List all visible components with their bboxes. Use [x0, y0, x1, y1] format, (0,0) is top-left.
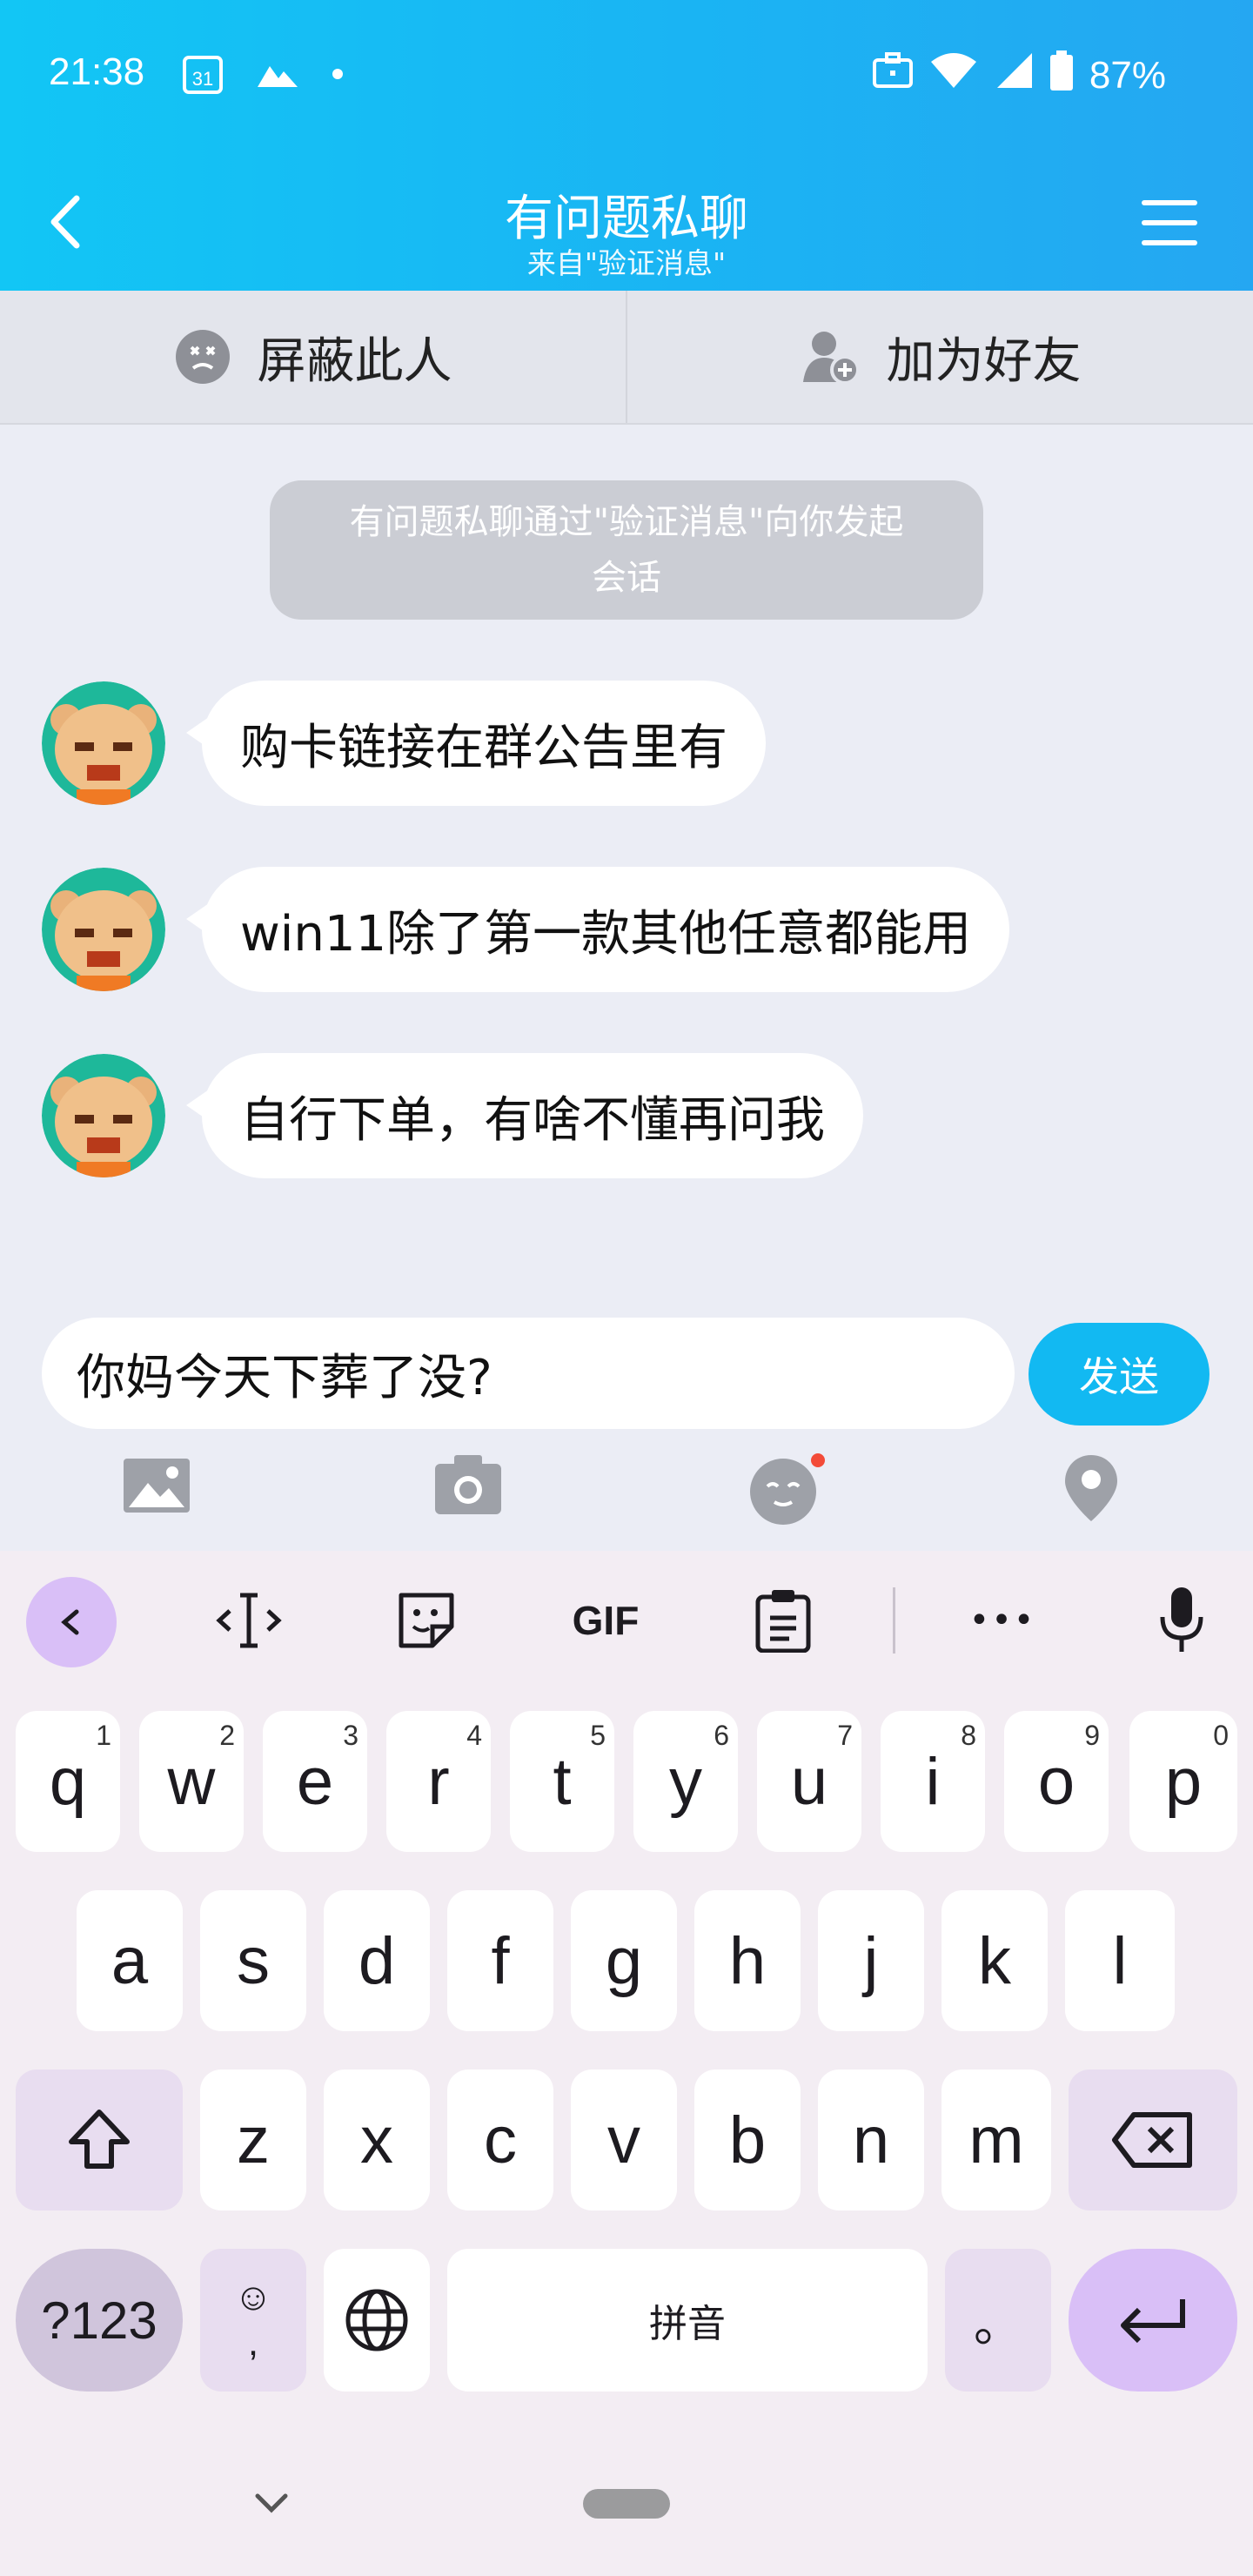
- message-input[interactable]: 你妈今天下葬了没?: [42, 1318, 1015, 1429]
- emoji-icon[interactable]: [748, 1453, 827, 1530]
- system-notice-line2: 会话: [592, 558, 661, 598]
- page-subtitle: 来自"验证消息": [526, 246, 727, 280]
- camera-icon[interactable]: [433, 1453, 503, 1519]
- avatar[interactable]: [42, 681, 165, 805]
- message-row: win11除了第一款其他任意都能用: [42, 867, 1010, 992]
- avatar[interactable]: [42, 1054, 165, 1177]
- composer-toolbar: [0, 1453, 1253, 1526]
- enter-arrow-icon: [1121, 2299, 1185, 2344]
- contact-action-strip: 屏蔽此人 加为好友: [0, 291, 1253, 425]
- key-p[interactable]: p0: [1129, 1711, 1237, 1852]
- chevron-down-icon[interactable]: [252, 2491, 291, 2519]
- key-s[interactable]: s: [200, 1890, 306, 2031]
- wifi-icon: [929, 51, 978, 99]
- calendar-day: 31: [192, 68, 213, 90]
- system-notice-line1: 有问题私聊通过"验证消息"向你发起: [349, 502, 904, 542]
- signal-icon: [994, 51, 1034, 99]
- clipboard-icon[interactable]: [740, 1577, 827, 1664]
- image-icon[interactable]: [122, 1453, 191, 1518]
- key-a[interactable]: a: [77, 1890, 183, 2031]
- soft-keyboard: GIF ••• q1 w2 e3 r4 t5 y6 u7 i8 o9 p0 a …: [0, 1551, 1253, 2576]
- key-b[interactable]: b: [694, 2070, 801, 2210]
- key-d[interactable]: d: [324, 1890, 430, 2031]
- enter-key[interactable]: [1069, 2249, 1237, 2392]
- avatar[interactable]: [42, 868, 165, 991]
- dot-icon: [331, 67, 345, 84]
- key-h[interactable]: h: [694, 1890, 801, 2031]
- key-z[interactable]: z: [200, 2070, 306, 2210]
- add-friend-icon: [802, 332, 860, 385]
- language-switch-key[interactable]: [324, 2249, 430, 2392]
- key-v[interactable]: v: [571, 2070, 677, 2210]
- message-bubble[interactable]: 自行下单，有啥不懂再问我: [186, 1053, 863, 1178]
- gif-button[interactable]: GIF: [562, 1577, 649, 1664]
- backspace-key[interactable]: [1069, 2070, 1237, 2210]
- add-friend-button[interactable]: 加为好友: [626, 291, 1253, 423]
- cursor-move-icon[interactable]: [205, 1577, 292, 1664]
- key-o[interactable]: o9: [1004, 1711, 1109, 1852]
- symbols-key[interactable]: ?123: [16, 2249, 183, 2392]
- block-face-icon: [175, 330, 230, 384]
- more-options-button[interactable]: •••: [959, 1577, 1046, 1664]
- chevron-left-icon: [61, 1609, 79, 1635]
- work-briefcase-icon: [872, 51, 914, 99]
- menu-icon: [1142, 200, 1197, 245]
- keyboard-collapse-button[interactable]: [26, 1577, 117, 1667]
- status-left-icons: 31: [181, 52, 345, 99]
- key-c[interactable]: c: [447, 2070, 553, 2210]
- key-f[interactable]: f: [447, 1890, 553, 2031]
- status-time: 21:38: [49, 50, 145, 93]
- battery-icon: [1049, 50, 1074, 100]
- space-key[interactable]: 拼音: [447, 2249, 928, 2392]
- key-q[interactable]: q1: [16, 1711, 120, 1852]
- send-button[interactable]: 发送: [1029, 1323, 1209, 1426]
- header-bar: 21:38 31 87% 有问题私聊 来自"验证消息": [0, 0, 1253, 291]
- backspace-icon: [1112, 2112, 1192, 2168]
- key-y[interactable]: y6: [633, 1711, 738, 1852]
- sticker-icon[interactable]: [383, 1577, 470, 1664]
- battery-percent: 87%: [1089, 53, 1166, 97]
- calendar-icon: 31: [181, 52, 224, 99]
- period-key[interactable]: 。: [945, 2249, 1051, 2392]
- key-e[interactable]: e3: [263, 1711, 367, 1852]
- key-r[interactable]: r4: [386, 1711, 491, 1852]
- key-i[interactable]: i8: [881, 1711, 985, 1852]
- key-l[interactable]: l: [1065, 1890, 1175, 2031]
- shift-key[interactable]: [16, 2070, 183, 2210]
- key-w[interactable]: w2: [139, 1711, 244, 1852]
- block-user-label: 屏蔽此人: [257, 332, 452, 390]
- key-x[interactable]: x: [324, 2070, 430, 2210]
- location-icon[interactable]: [1063, 1453, 1119, 1526]
- menu-button[interactable]: [1142, 200, 1197, 247]
- shift-arrow-icon: [69, 2110, 130, 2169]
- message-bubble[interactable]: win11除了第一款其他任意都能用: [185, 867, 1010, 992]
- keyboard-toolbar: GIF •••: [0, 1551, 1253, 1690]
- system-notice: 有问题私聊通过"验证消息"向你发起 会话: [270, 480, 983, 620]
- key-g[interactable]: g: [571, 1890, 677, 2031]
- emoji-comma-key[interactable]: ☺ ,: [200, 2249, 306, 2392]
- block-user-button[interactable]: 屏蔽此人: [0, 291, 626, 423]
- toolbar-divider: [893, 1587, 895, 1654]
- message-row: 购卡链接在群公告里有: [42, 681, 766, 806]
- key-m[interactable]: m: [941, 2070, 1051, 2210]
- message-row: 自行下单，有啥不懂再问我: [42, 1053, 863, 1178]
- microphone-icon[interactable]: [1138, 1577, 1225, 1664]
- status-right-icons: 87%: [872, 50, 1166, 100]
- globe-icon: [345, 2289, 408, 2351]
- message-bubble[interactable]: 购卡链接在群公告里有: [186, 681, 766, 806]
- photos-icon: [256, 59, 299, 92]
- home-gesture-pill[interactable]: [583, 2489, 670, 2519]
- key-t[interactable]: t5: [510, 1711, 614, 1852]
- key-u[interactable]: u7: [757, 1711, 861, 1852]
- key-j[interactable]: j: [818, 1890, 924, 2031]
- key-n[interactable]: n: [818, 2070, 924, 2210]
- add-friend-label: 加为好友: [886, 332, 1082, 390]
- key-k[interactable]: k: [941, 1890, 1048, 2031]
- page-title: 有问题私聊: [505, 191, 748, 247]
